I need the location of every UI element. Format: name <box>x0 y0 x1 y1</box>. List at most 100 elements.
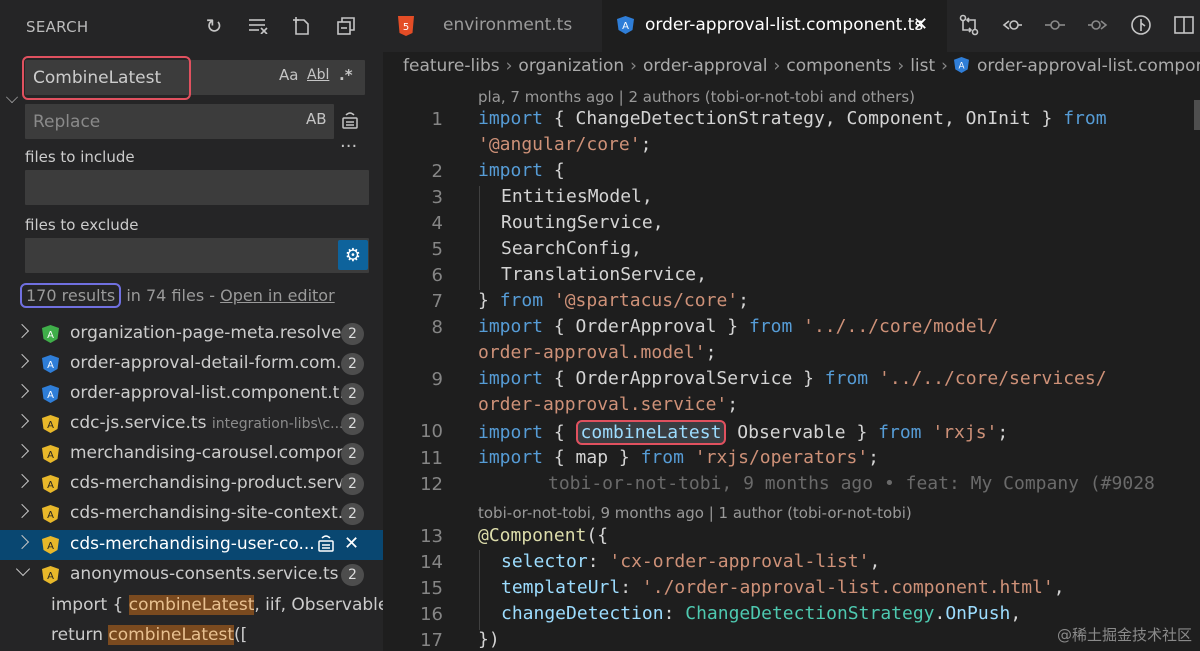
result-file-row[interactable]: A anonymous-consents.service.ts 2 <box>0 560 383 590</box>
code-line-wrap[interactable]: order-approval.model'; <box>383 341 1200 367</box>
result-file-row[interactable]: A merchandising-carousel.compon... 2 <box>0 439 383 469</box>
code-line[interactable]: 5 SearchConfig, <box>383 237 1200 263</box>
match-case-icon[interactable]: Aa <box>279 66 298 84</box>
next-change-icon[interactable] <box>1086 14 1110 38</box>
result-file-row[interactable]: A order-approval-detail-form.com... 2 <box>0 349 383 379</box>
open-changes-icon[interactable] <box>957 14 981 38</box>
expand-chevron-icon[interactable] <box>14 413 30 429</box>
tab-bar: 5 environment.ts A order-approval-list.c… <box>383 0 1200 52</box>
result-file-row[interactable]: A cds-merchandising-site-context.... 2 <box>0 499 383 529</box>
collapse-all-icon[interactable] <box>334 14 358 38</box>
code-text: EntitiesModel, <box>501 186 653 207</box>
html-icon: 5 <box>398 16 414 36</box>
expand-chevron-icon[interactable] <box>14 353 30 369</box>
new-search-editor-icon[interactable] <box>290 14 314 38</box>
code-line[interactable]: 14 selector: 'cx-order-approval-list', <box>383 550 1200 576</box>
code-line[interactable]: 9 import { OrderApprovalService } from '… <box>383 367 1200 393</box>
more-options-icon[interactable]: ··· <box>340 136 357 157</box>
toggle-blame-icon[interactable] <box>1129 14 1153 38</box>
open-in-editor-link[interactable]: Open in editor <box>220 286 335 305</box>
result-file-name: order-approval-detail-form.com... <box>70 353 353 373</box>
code-line[interactable]: 3 EntitiesModel, <box>383 185 1200 211</box>
result-file-row[interactable]: A order-approval-list.component.t... 2 <box>0 379 383 409</box>
codelens-authors[interactable]: pla, 7 months ago | 2 authors (tobi-or-n… <box>478 88 915 106</box>
preserve-case-icon[interactable]: AB <box>306 110 327 128</box>
code-line-wrap[interactable]: '@angular/core'; <box>383 133 1200 159</box>
code-line[interactable]: 4 RoutingService, <box>383 211 1200 237</box>
dismiss-result-icon[interactable]: ✕ <box>344 533 359 554</box>
code-line[interactable]: 7 } from '@spartacus/core'; <box>383 289 1200 315</box>
expand-chevron-icon[interactable] <box>14 443 30 459</box>
expand-chevron-icon[interactable] <box>14 323 30 339</box>
result-file-row[interactable]: A organization-page-meta.resolve... 2 <box>0 319 383 349</box>
expand-chevron-icon[interactable] <box>14 383 30 399</box>
code-line[interactable]: 15 templateUrl: './order-approval-list.c… <box>383 576 1200 602</box>
replace-in-file-icon[interactable] <box>316 533 336 558</box>
replace-all-icon[interactable] <box>338 108 362 132</box>
result-file-row-selected[interactable]: A cds-merchandising-user-co... ✕ <box>0 530 383 560</box>
code-line[interactable]: 1 import { ChangeDetectionStrategy, Comp… <box>383 107 1200 133</box>
sidebar-header: SEARCH ↻ <box>0 0 383 52</box>
svg-text:A: A <box>47 510 54 521</box>
split-editor-icon[interactable] <box>1172 14 1196 38</box>
code-text: import { ChangeDetectionStrategy, Compon… <box>478 108 1107 129</box>
angular-yellow-icon: A <box>42 475 59 493</box>
use-exclude-settings-icon[interactable]: ⚙ <box>338 240 368 270</box>
clear-results-icon[interactable] <box>246 14 270 38</box>
close-tab-icon[interactable]: ✕ <box>913 14 928 35</box>
code-line[interactable]: 2 import { <box>383 159 1200 185</box>
breadcrumb-item[interactable]: organization <box>518 56 624 76</box>
match-line[interactable]: return combineLatest([ <box>0 621 383 651</box>
line-number: 7 <box>431 291 443 312</box>
match-whole-word-icon[interactable]: Abl <box>307 67 329 83</box>
line-number: 8 <box>431 317 443 338</box>
git-commit-icon[interactable] <box>1043 14 1067 38</box>
code-line[interactable]: 8 import { OrderApproval } from '../../c… <box>383 315 1200 341</box>
files-to-include-input[interactable] <box>25 170 369 205</box>
tab-label: environment.ts <box>443 15 573 35</box>
breadcrumb-item[interactable]: list <box>910 56 935 76</box>
code-line[interactable]: 10 import { combineLatest Observable } f… <box>383 419 1200 445</box>
line-number: 17 <box>420 630 443 651</box>
code-text: order-approval.service'; <box>478 394 739 415</box>
tab-environment[interactable]: 5 environment.ts <box>383 0 601 52</box>
use-regex-icon[interactable]: .* <box>339 66 353 84</box>
match-highlight: combineLatest <box>108 625 234 645</box>
breadcrumb-item[interactable]: components <box>786 56 891 76</box>
code-line[interactable]: 13 @Component({ <box>383 524 1200 550</box>
breadcrumb-item[interactable]: order-approval <box>643 56 768 76</box>
expand-chevron-icon[interactable] <box>14 503 30 519</box>
match-line[interactable]: import { combineLatest, iif, Observable … <box>0 591 383 621</box>
expand-chevron-icon[interactable] <box>14 534 30 550</box>
refresh-icon[interactable]: ↻ <box>202 14 226 38</box>
line-number: 4 <box>431 213 443 234</box>
result-file-name: merchandising-carousel.compon... <box>70 443 364 463</box>
result-count-badge: 2 <box>341 323 364 345</box>
previous-change-icon[interactable] <box>1000 14 1024 38</box>
code-line[interactable]: 12 tobi-or-not-tobi, 9 months ago • feat… <box>383 472 1200 498</box>
svg-text:A: A <box>958 62 964 72</box>
result-file-row[interactable]: A cds-merchandising-product.serv... 2 <box>0 469 383 499</box>
replace-input[interactable]: Replace AB <box>25 104 334 139</box>
code-line[interactable]: 11 import { map } from 'rxjs/operators'; <box>383 446 1200 472</box>
search-sidebar: SEARCH ↻ CombineLatest Aa Abl .* Replace… <box>0 0 383 651</box>
code-text: RoutingService, <box>501 212 664 233</box>
code-line[interactable]: 6 TranslationService, <box>383 263 1200 289</box>
sidebar-title: SEARCH <box>26 18 89 36</box>
code-text: import { OrderApprovalService } from '..… <box>478 368 1107 389</box>
code-text: import { map } from 'rxjs/operators'; <box>478 447 880 468</box>
expand-chevron-icon[interactable] <box>14 473 30 489</box>
files-to-exclude-input[interactable] <box>25 238 369 273</box>
codelens-authors[interactable]: tobi-or-not-tobi, 9 months ago | 1 autho… <box>478 504 912 522</box>
breadcrumb-item[interactable]: order-approval-list.componen <box>977 56 1200 76</box>
files-to-exclude-label: files to exclude <box>25 216 139 234</box>
tab-order-approval-list[interactable]: A order-approval-list.component.ts ✕ <box>602 0 947 52</box>
breadcrumb-item[interactable]: feature-libs <box>403 56 500 76</box>
line-number: 2 <box>431 161 443 182</box>
line-number: 3 <box>431 187 443 208</box>
result-file-row[interactable]: A cdc-js.service.ts integration-libs\c..… <box>0 409 383 439</box>
toggle-replace-chevron-icon[interactable] <box>6 91 18 103</box>
collapse-chevron-icon[interactable] <box>15 561 31 577</box>
search-highlight-box <box>22 56 191 100</box>
code-line-wrap[interactable]: order-approval.service'; <box>383 393 1200 419</box>
